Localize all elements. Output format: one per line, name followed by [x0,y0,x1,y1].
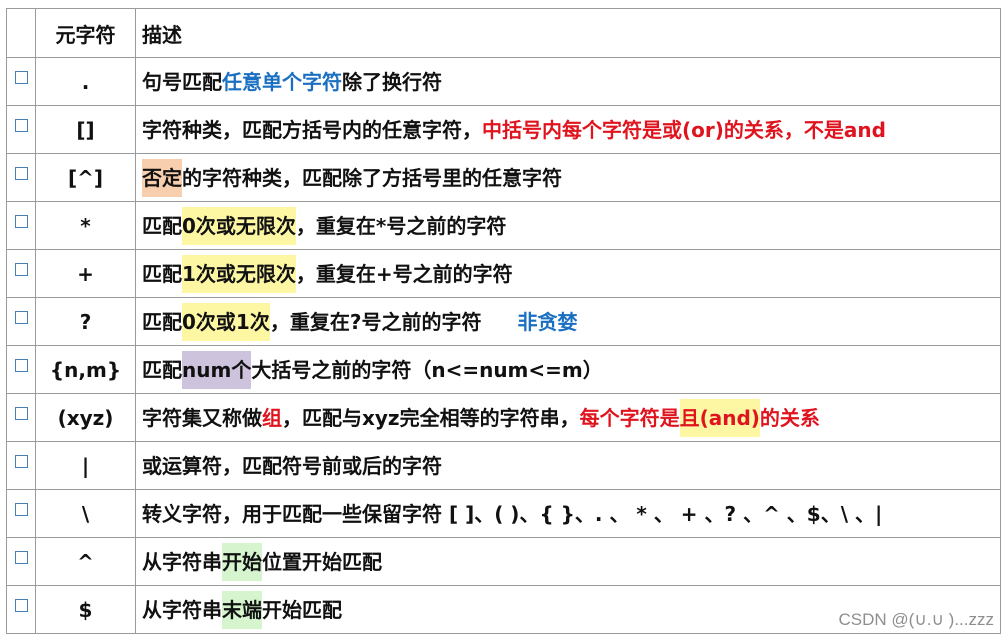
checkbox-cell [6,297,36,346]
metachar-description: 匹配0次或1次，重复在?号之前的字符 非贪婪 [135,297,1001,346]
description-segment: 组 [262,405,282,430]
metachar-symbol: [^] [35,153,136,202]
description-segment: 句号匹配 [142,69,222,94]
metachar-symbol: [] [35,105,136,154]
description-segment: 匹配 [142,261,182,286]
metachar-description: 字符种类，匹配方括号内的任意字符，中括号内每个字符是或(or)的关系，不是and [135,105,1001,154]
table-row: [] 字符种类，匹配方括号内的任意字符，中括号内每个字符是或(or)的关系，不是a… [6,105,1001,154]
header-symbol: 元字符 [35,8,136,58]
description-segment: 末端 [222,590,262,629]
description-segment: 任意单个字符 [222,69,342,94]
metachar-symbol: $ [35,585,136,634]
description-segment: 的字符种类，匹配除了方括号里的任意字符 [182,165,562,190]
description-segment: 匹配 [142,213,182,238]
description-segment: 且(and) [679,398,760,437]
checkbox[interactable] [14,166,28,180]
checkbox[interactable] [14,358,28,372]
table-row: . 句号匹配任意单个字符除了换行符 [6,57,1001,106]
metachar-symbol: . [35,57,136,106]
description-segment: 1次或无限次 [182,254,296,293]
checkbox[interactable] [14,598,28,612]
header-row: 元字符 描述 [6,8,1001,58]
description-segment: ，重复在?号之前的字符 [269,309,482,334]
checkbox-cell [6,345,36,394]
table-row: (xyz) 字符集又称做组，匹配与xyz完全相等的字符串，每个字符是且(and)的… [6,393,1001,442]
description-segment: 的关系 [759,405,820,430]
description-segment: ，匹配与xyz完全相等的字符串， [282,405,580,430]
metachar-symbol: \ [35,489,136,538]
checkbox-cell [6,441,36,490]
metachar-description: 从字符串开始位置开始匹配 [135,537,1001,586]
watermark: CSDN @(∪.∪ )...zzz [838,610,994,629]
checkbox[interactable] [14,118,28,132]
checkbox[interactable] [14,406,28,420]
description-segment: 转义字符，用于匹配一些保留字符 [ ]、( )、{ }、. 、 * 、 + 、?… [142,501,883,526]
table-row: * 匹配0次或无限次，重复在*号之前的字符 [6,201,1001,250]
checkbox-cell [6,585,36,634]
metachar-description: 匹配num个大括号之前的字符（n<=num<=m） [135,345,1001,394]
description-segment: ，重复在*号之前的字符 [295,213,507,238]
checkbox[interactable] [14,502,28,516]
description-segment: 从字符串 [142,597,222,622]
checkbox-cell [6,105,36,154]
description-segment: 否定 [142,158,182,197]
description-segment: 匹配 [142,357,182,382]
checkbox[interactable] [14,310,28,324]
description-segment: 字符集又称做 [142,405,262,430]
description-segment: 字符种类，匹配方括号内的任意字符， [142,117,482,142]
header-check-cell [6,8,36,58]
checkbox-cell [6,201,36,250]
table-row: ? 匹配0次或1次，重复在?号之前的字符 非贪婪 [6,297,1001,346]
description-segment: 0次或无限次 [182,206,296,245]
checkbox[interactable] [14,550,28,564]
description-segment: 从字符串 [142,549,222,574]
metachar-description: 匹配1次或无限次，重复在+号之前的字符 [135,249,1001,298]
description-segment: 匹配 [142,309,182,334]
description-segment: 位置开始匹配 [262,549,382,574]
checkbox-cell [6,153,36,202]
description-segment: 开始匹配 [262,597,342,622]
description-segment: 除了换行符 [342,69,442,94]
checkbox[interactable] [14,214,28,228]
metachar-description: 否定的字符种类，匹配除了方括号里的任意字符 [135,153,1001,202]
description-segment: 或运算符，匹配符号前或后的字符 [142,453,442,478]
metachar-symbol: ^ [35,537,136,586]
metachar-description: 或运算符，匹配符号前或后的字符 [135,441,1001,490]
table-body: . 句号匹配任意单个字符除了换行符[] 字符种类，匹配方括号内的任意字符，中括号内每… [6,57,1001,634]
checkbox[interactable] [14,454,28,468]
description-segment: 大括号之前的字符（n<=num<=m） [251,357,603,382]
table-row: ^ 从字符串开始位置开始匹配 [6,537,1001,586]
description-segment: num个 [182,350,252,389]
checkbox-cell [6,57,36,106]
metachar-description: 句号匹配任意单个字符除了换行符 [135,57,1001,106]
checkbox-cell [6,489,36,538]
metachar-symbol: * [35,201,136,250]
checkbox-cell [6,537,36,586]
description-segment: 每个字符是 [579,405,680,430]
table-row: \ 转义字符，用于匹配一些保留字符 [ ]、( )、{ }、. 、 * 、 + 、… [6,489,1001,538]
checkbox[interactable] [14,262,28,276]
description-segment: ，重复在+号之前的字符 [295,261,513,286]
checkbox[interactable] [14,70,28,84]
metachar-symbol: | [35,441,136,490]
description-segment: 中括号内每个字符是或(or)的关系，不是and [482,117,886,142]
table-row: {n,m} 匹配num个大括号之前的字符（n<=num<=m） [6,345,1001,394]
metachar-symbol: ? [35,297,136,346]
metachar-description: 匹配0次或无限次，重复在*号之前的字符 [135,201,1001,250]
metachar-description: 转义字符，用于匹配一些保留字符 [ ]、( )、{ }、. 、 * 、 + 、?… [135,489,1001,538]
description-segment: 0次或1次 [182,302,270,341]
header-description: 描述 [135,8,1001,58]
description-segment: 开始 [222,542,262,581]
table-row: | 或运算符，匹配符号前或后的字符 [6,441,1001,490]
table-row: [^] 否定的字符种类，匹配除了方括号里的任意字符 [6,153,1001,202]
table-row: + 匹配1次或无限次，重复在+号之前的字符 [6,249,1001,298]
metachar-symbol: + [35,249,136,298]
checkbox-cell [6,393,36,442]
metachar-symbol: (xyz) [35,393,136,442]
metachar-description: 字符集又称做组，匹配与xyz完全相等的字符串，每个字符是且(and)的关系 [135,393,1001,442]
description-segment: 非贪婪 [517,309,578,334]
metachar-symbol: {n,m} [35,345,136,394]
checkbox-cell [6,249,36,298]
regex-metachar-table: 元字符 描述 . 句号匹配任意单个字符除了换行符[] 字符种类，匹配方括号内的任意字… [6,8,1001,634]
